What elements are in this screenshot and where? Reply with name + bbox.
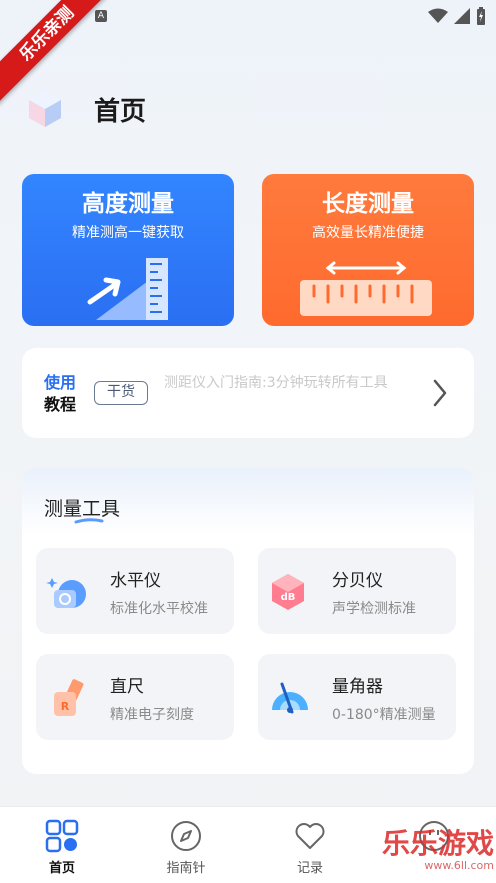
tutorial-label-line1: 使用 bbox=[44, 373, 77, 392]
tutorial-text: 测距仪入门指南:3分钟玩转所有工具 bbox=[164, 375, 388, 391]
tab-label: 记录 bbox=[296, 861, 323, 876]
decibel-icon: dB bbox=[272, 574, 304, 610]
height-measure-card[interactable]: 高度测量 精准测高一键获取 bbox=[22, 174, 234, 326]
home-grid-icon bbox=[45, 819, 79, 853]
tab-label: 指南针 bbox=[166, 861, 206, 876]
tab-compass[interactable]: 指南针 bbox=[146, 819, 226, 876]
tab-label: 首页 bbox=[48, 861, 75, 876]
watermark: 乐乐游戏 www.6ll.com bbox=[382, 828, 494, 880]
chevron-right-icon[interactable] bbox=[432, 378, 448, 408]
card-subtitle: 精准测高一键获取 bbox=[72, 225, 184, 241]
compass-icon bbox=[171, 821, 201, 851]
length-measure-card[interactable]: 长度测量 高效量长精准便捷 bbox=[262, 174, 474, 326]
ruler-icon: R bbox=[54, 679, 84, 716]
page-title: 首页 bbox=[94, 96, 147, 127]
height-ruler-illustration bbox=[87, 258, 168, 320]
tool-desc: 0-180°精准测量 bbox=[332, 707, 436, 723]
card-subtitle: 高效量长精准便捷 bbox=[312, 225, 424, 241]
tool-decibel[interactable]: dB 分贝仪 声学检测标准 bbox=[258, 548, 456, 634]
tool-name: 直尺 bbox=[110, 677, 144, 697]
tab-home[interactable]: 首页 bbox=[22, 819, 102, 876]
tool-level[interactable]: 水平仪 标准化水平校准 bbox=[36, 548, 234, 634]
level-icon bbox=[46, 578, 86, 608]
tutorial-label-line2: 教程 bbox=[44, 395, 77, 414]
card-title: 长度测量 bbox=[322, 191, 414, 217]
tool-name: 水平仪 bbox=[110, 571, 161, 591]
measure-tools-section: 测量工具 水平仪 标准化水平校准 dB 分贝仪 声学检测标准 R 直尺 精准电子… bbox=[22, 468, 474, 774]
page-header: 首页 bbox=[28, 86, 146, 132]
heart-icon bbox=[295, 823, 325, 849]
tab-records[interactable]: 记录 bbox=[270, 819, 350, 876]
tool-name: 量角器 bbox=[332, 677, 383, 697]
tool-desc: 声学检测标准 bbox=[332, 601, 416, 617]
length-ruler-illustration bbox=[300, 261, 432, 316]
cube-logo-icon bbox=[29, 91, 61, 127]
tool-protractor[interactable]: 量角器 0-180°精准测量 bbox=[258, 654, 456, 740]
wifi-icon bbox=[428, 8, 448, 23]
section-title: 测量工具 bbox=[44, 498, 121, 520]
tool-desc: 标准化水平校准 bbox=[110, 601, 208, 617]
card-title: 高度测量 bbox=[82, 191, 174, 217]
battery-charging-icon bbox=[477, 7, 485, 25]
tool-desc: 精准电子刻度 bbox=[110, 707, 194, 723]
tool-ruler[interactable]: R 直尺 精准电子刻度 bbox=[36, 654, 234, 740]
protractor-icon bbox=[272, 682, 308, 714]
watermark-text: 乐乐游戏 bbox=[382, 827, 495, 860]
signal-icon bbox=[454, 8, 470, 24]
accessibility-a-icon: A bbox=[95, 10, 107, 22]
svg-text:R: R bbox=[61, 700, 70, 713]
tutorial-label: 使用 教程 bbox=[44, 372, 84, 416]
svg-text:dB: dB bbox=[281, 592, 296, 603]
tutorial-badge: 干货 bbox=[94, 381, 148, 405]
tool-name: 分贝仪 bbox=[332, 571, 383, 591]
watermark-url: www.6ll.com bbox=[424, 859, 494, 872]
status-icons bbox=[428, 7, 486, 25]
title-underline-decoration bbox=[74, 518, 104, 524]
tutorial-banner[interactable]: 使用 教程 干货 测距仪入门指南:3分钟玩转所有工具 bbox=[22, 348, 474, 438]
